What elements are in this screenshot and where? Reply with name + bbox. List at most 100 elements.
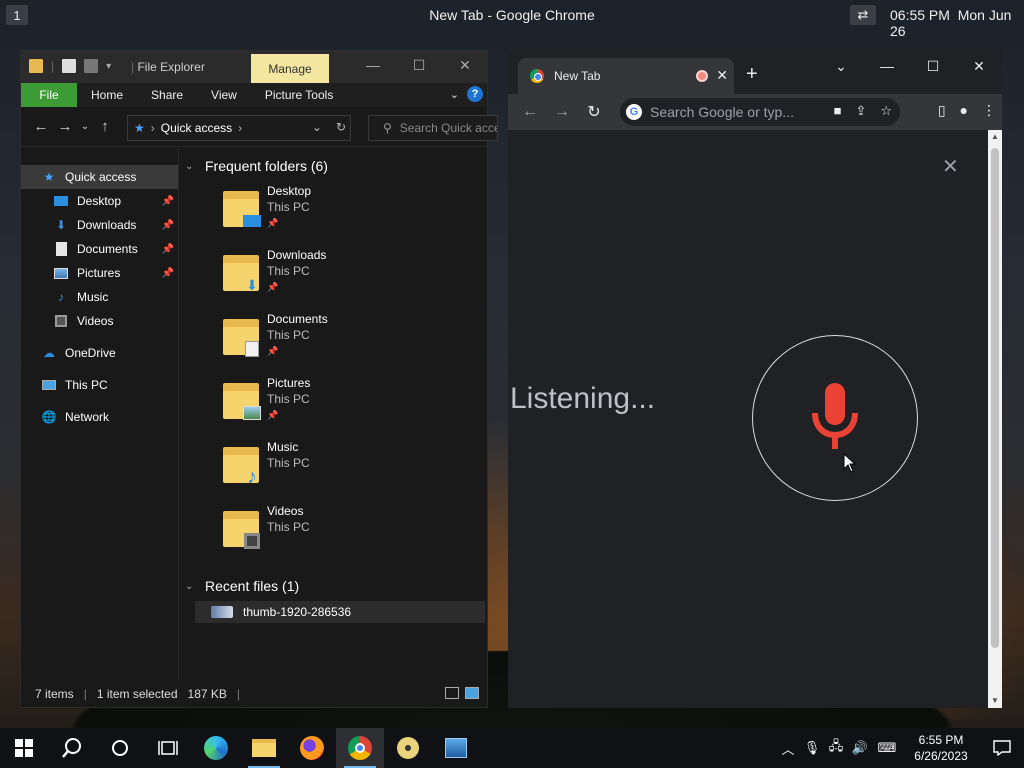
maximize-icon[interactable]: ☐ [910, 56, 956, 80]
side-panel-icon[interactable]: ▯ [938, 102, 946, 119]
close-icon[interactable]: ✕ [956, 56, 1002, 80]
sidebar-item-videos[interactable]: Videos [21, 309, 178, 333]
bookmark-star-icon[interactable]: ☆ [880, 103, 892, 119]
sidebar-item-downloads[interactable]: ⬇ Downloads 📌 [21, 213, 178, 237]
task-view-icon[interactable] [144, 728, 192, 768]
search-icon[interactable] [48, 728, 96, 768]
tab-file[interactable]: File [21, 83, 77, 107]
music-note-icon: ♪ [58, 290, 64, 304]
close-voice-search-icon[interactable]: ✕ [942, 154, 959, 179]
properties-icon[interactable] [62, 59, 77, 73]
back-arrow-icon[interactable]: ← [514, 103, 546, 121]
recent-files-header[interactable]: ⌄ Recent files (1) [185, 573, 487, 599]
tab-share[interactable]: Share [137, 83, 197, 107]
folder-item-music[interactable]: ♪ Music This PC [185, 435, 487, 499]
file-explorer-taskbar-icon[interactable] [240, 728, 288, 768]
swap-icon[interactable]: ⇄ [850, 5, 876, 25]
maximize-icon[interactable]: ☐ [407, 57, 431, 77]
sidebar-label: Music [77, 290, 109, 304]
tab-picture-tools[interactable]: Picture Tools [251, 83, 347, 107]
video-icon [243, 533, 261, 549]
network-status-icon[interactable]: 🖧 [824, 737, 848, 759]
tab-home[interactable]: Home [77, 83, 137, 107]
explorer-titlebar[interactable]: | ▾ | File Explorer Manage — ☐ ✕ [21, 51, 487, 83]
tab-view[interactable]: View [197, 83, 251, 107]
section-title: Frequent folders (6) [205, 158, 328, 174]
workspace-indicator[interactable]: 1 [6, 5, 28, 25]
close-icon[interactable]: ✕ [453, 57, 477, 77]
microphone-in-use-icon[interactable]: 🎙 [800, 740, 824, 756]
large-icons-view-icon[interactable] [465, 687, 479, 699]
address-bar[interactable]: ★ › Quick access › ⌄ ↻ [127, 115, 351, 141]
forward-arrow-icon[interactable]: → [53, 118, 77, 135]
sidebar-label: Videos [77, 314, 114, 328]
expand-ribbon-icon[interactable]: ⌄ [450, 88, 459, 101]
new-tab-plus-icon[interactable]: + [746, 64, 758, 84]
tab-new-tab[interactable]: New Tab ✕ [518, 58, 734, 94]
customize-dropdown-icon[interactable]: ▾ [106, 61, 111, 72]
share-icon[interactable]: ⇪ [855, 103, 866, 119]
back-arrow-icon[interactable]: ← [29, 118, 53, 135]
sidebar-item-onedrive[interactable]: ☁ OneDrive [21, 341, 178, 365]
firefox-icon[interactable] [288, 728, 336, 768]
omnibox[interactable]: G Search Google or typ... ■ ⇪ ☆ [620, 98, 900, 126]
photos-icon[interactable] [432, 728, 480, 768]
folder-icon [221, 377, 261, 421]
sidebar-item-pictures[interactable]: Pictures 📌 [21, 261, 178, 285]
cloud-icon: ☁ [43, 346, 55, 360]
forward-arrow-icon[interactable]: → [546, 103, 578, 121]
folder-item-videos[interactable]: Videos This PC [185, 499, 487, 563]
recent-locations-icon[interactable]: ⌄ [77, 121, 93, 132]
camera-icon[interactable]: ■ [834, 103, 842, 119]
chrome-taskbar-icon[interactable] [336, 728, 384, 768]
up-arrow-icon[interactable]: ↑ [93, 118, 117, 135]
folder-icon [221, 505, 261, 549]
folder-item-documents[interactable]: Documents This PC 📌 [185, 307, 487, 371]
taskbar: ︿ 🎙 🖧 🔊 ⌨ 6:55 PM 6/26/2023 [0, 728, 1024, 768]
tab-search-chevron-icon[interactable]: ⌄ [818, 56, 864, 80]
sidebar-item-music[interactable]: ♪ Music [21, 285, 178, 309]
folder-item-desktop[interactable]: Desktop This PC 📌 [185, 179, 487, 243]
edge-icon[interactable] [192, 728, 240, 768]
cortana-circle-icon[interactable] [96, 728, 144, 768]
sidebar-item-network[interactable]: 🌐 Network [21, 405, 178, 429]
page-scrollbar[interactable]: ▲ ▼ [988, 130, 1002, 708]
document-icon [53, 242, 69, 256]
show-hidden-icons-chevron-icon[interactable]: ︿ [776, 739, 800, 758]
taskbar-clock[interactable]: 6:55 PM 6/26/2023 [902, 732, 980, 764]
keyboard-icon[interactable]: ⌨ [872, 740, 902, 756]
sidebar-item-desktop[interactable]: Desktop 📌 [21, 189, 178, 213]
sidebar-item-this-pc[interactable]: This PC [21, 373, 178, 397]
details-view-icon[interactable] [445, 687, 459, 699]
address-dropdown-icon[interactable]: ⌄ [312, 120, 322, 134]
minimize-icon[interactable]: — [864, 56, 910, 80]
minimize-icon[interactable]: — [361, 57, 385, 77]
profile-avatar-icon[interactable]: ● [960, 102, 968, 119]
scroll-up-arrow-icon[interactable]: ▲ [988, 130, 1002, 144]
media-disc-icon[interactable] [384, 728, 432, 768]
menu-kebab-icon[interactable]: ⋮ [982, 102, 996, 119]
folder-item-pictures[interactable]: Pictures This PC 📌 [185, 371, 487, 435]
scroll-down-arrow-icon[interactable]: ▼ [988, 694, 1002, 708]
system-tray: ︿ 🎙 🖧 🔊 ⌨ 6:55 PM 6/26/2023 [776, 728, 1024, 768]
reload-icon[interactable]: ↻ [578, 102, 610, 122]
start-windows-icon[interactable] [0, 728, 48, 768]
search-placeholder: Search Quick access [399, 121, 497, 135]
manage-tab[interactable]: Manage [251, 54, 329, 83]
omnibox-actions: ■ ⇪ ☆ [834, 103, 892, 119]
search-box[interactable]: ⚲ Search Quick access [368, 115, 498, 141]
folder-item-downloads[interactable]: ⬇ Downloads This PC 📌 [185, 243, 487, 307]
notification-center-icon[interactable] [980, 740, 1024, 756]
new-folder-icon[interactable] [84, 59, 99, 73]
sidebar-item-quick-access[interactable]: ★ Quick access [21, 165, 178, 189]
mic-button[interactable] [752, 335, 918, 501]
volume-icon[interactable]: 🔊 [848, 740, 872, 756]
scroll-thumb[interactable] [991, 148, 999, 648]
sidebar-item-documents[interactable]: Documents 📌 [21, 237, 178, 261]
close-tab-icon[interactable]: ✕ [716, 67, 728, 84]
google-icon: G [626, 104, 642, 120]
frequent-folders-header[interactable]: ⌄ Frequent folders (6) [185, 153, 487, 179]
help-icon[interactable]: ? [467, 86, 483, 102]
recent-file-row[interactable]: thumb-1920-286536 [195, 601, 485, 623]
refresh-icon[interactable]: ↻ [336, 120, 346, 134]
